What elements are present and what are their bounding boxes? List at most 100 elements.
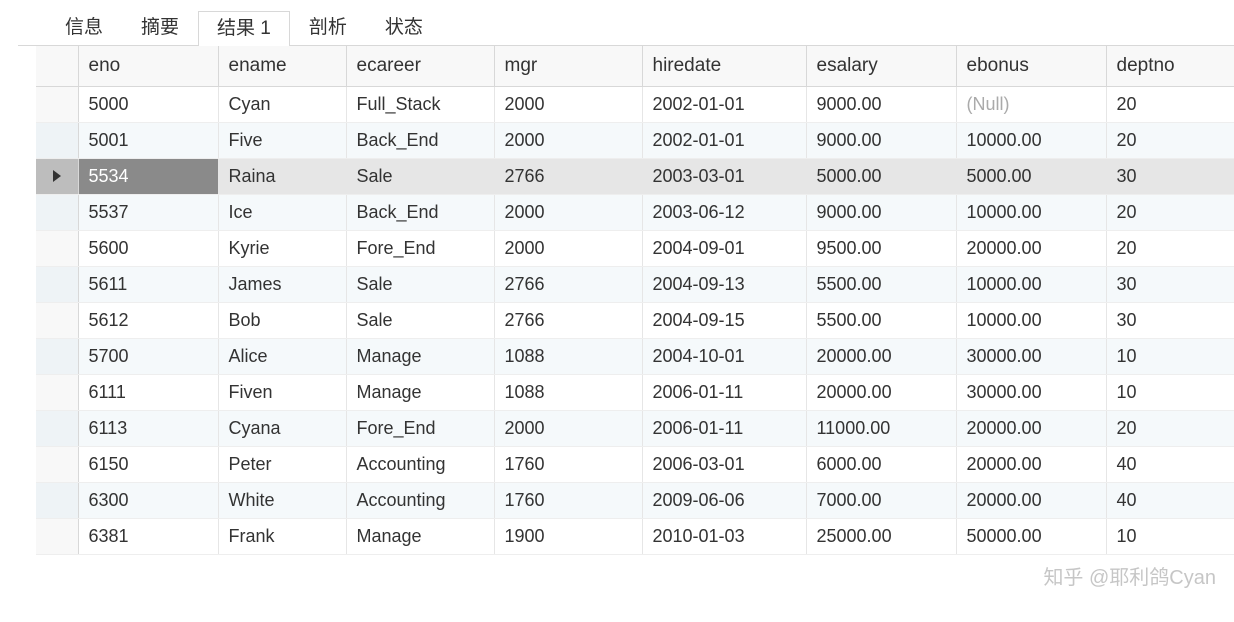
cell-hiredate[interactable]: 2009-06-06 [642,482,806,518]
row-header[interactable] [36,374,78,410]
cell-mgr[interactable]: 2000 [494,194,642,230]
cell-deptno[interactable]: 20 [1106,122,1234,158]
cell-deptno[interactable]: 20 [1106,230,1234,266]
cell-deptno[interactable]: 30 [1106,302,1234,338]
cell-ecareer[interactable]: Sale [346,158,494,194]
row-header[interactable] [36,194,78,230]
table-row[interactable]: 6113CyanaFore_End20002006-01-1111000.002… [36,410,1234,446]
cell-mgr[interactable]: 2766 [494,302,642,338]
cell-esalary[interactable]: 5000.00 [806,158,956,194]
cell-esalary[interactable]: 5500.00 [806,302,956,338]
cell-esalary[interactable]: 9000.00 [806,194,956,230]
table-row[interactable]: 6111FivenManage10882006-01-1120000.00300… [36,374,1234,410]
col-header-mgr[interactable]: mgr [494,46,642,86]
table-row[interactable]: 5700AliceManage10882004-10-0120000.00300… [36,338,1234,374]
cell-mgr[interactable]: 1900 [494,518,642,554]
cell-esalary[interactable]: 25000.00 [806,518,956,554]
table-row[interactable]: 5001FiveBack_End20002002-01-019000.00100… [36,122,1234,158]
cell-eno[interactable]: 5612 [78,302,218,338]
cell-mgr[interactable]: 2000 [494,410,642,446]
cell-ebonus[interactable]: 10000.00 [956,122,1106,158]
cell-esalary[interactable]: 9000.00 [806,122,956,158]
cell-ename[interactable]: White [218,482,346,518]
cell-ebonus[interactable]: 20000.00 [956,410,1106,446]
cell-mgr[interactable]: 1088 [494,338,642,374]
cell-mgr[interactable]: 2766 [494,266,642,302]
cell-hiredate[interactable]: 2002-01-01 [642,122,806,158]
cell-ebonus[interactable]: 30000.00 [956,338,1106,374]
cell-esalary[interactable]: 6000.00 [806,446,956,482]
cell-esalary[interactable]: 5500.00 [806,266,956,302]
col-header-ecareer[interactable]: ecareer [346,46,494,86]
result-grid[interactable]: eno ename ecareer mgr hiredate esalary e… [36,46,1234,555]
cell-ecareer[interactable]: Sale [346,302,494,338]
cell-ecareer[interactable]: Manage [346,338,494,374]
row-header[interactable] [36,86,78,122]
cell-deptno[interactable]: 20 [1106,410,1234,446]
cell-hiredate[interactable]: 2002-01-01 [642,86,806,122]
cell-hiredate[interactable]: 2004-09-15 [642,302,806,338]
col-header-ebonus[interactable]: ebonus [956,46,1106,86]
cell-ebonus[interactable]: 20000.00 [956,230,1106,266]
cell-esalary[interactable]: 9500.00 [806,230,956,266]
cell-mgr[interactable]: 2000 [494,230,642,266]
cell-deptno[interactable]: 40 [1106,446,1234,482]
cell-ename[interactable]: Cyana [218,410,346,446]
cell-ename[interactable]: Cyan [218,86,346,122]
cell-eno[interactable]: 5700 [78,338,218,374]
cell-mgr[interactable]: 2000 [494,122,642,158]
table-row[interactable]: 6150PeterAccounting17602006-03-016000.00… [36,446,1234,482]
table-row[interactable]: 5611JamesSale27662004-09-135500.0010000.… [36,266,1234,302]
row-header[interactable] [36,302,78,338]
cell-esalary[interactable]: 20000.00 [806,338,956,374]
table-row[interactable]: 6381FrankManage19002010-01-0325000.00500… [36,518,1234,554]
cell-ecareer[interactable]: Fore_End [346,410,494,446]
cell-ename[interactable]: Five [218,122,346,158]
cell-mgr[interactable]: 2766 [494,158,642,194]
row-header[interactable] [36,410,78,446]
table-row[interactable]: 5534RainaSale27662003-03-015000.005000.0… [36,158,1234,194]
cell-deptno[interactable]: 20 [1106,194,1234,230]
table-row[interactable]: 5537IceBack_End20002003-06-129000.001000… [36,194,1234,230]
cell-hiredate[interactable]: 2004-10-01 [642,338,806,374]
tab-status[interactable]: 状态 [366,10,442,45]
cell-ebonus[interactable]: 10000.00 [956,266,1106,302]
col-header-esalary[interactable]: esalary [806,46,956,86]
row-header[interactable] [36,446,78,482]
row-header[interactable] [36,158,78,194]
row-header[interactable] [36,230,78,266]
cell-ebonus[interactable]: (Null) [956,86,1106,122]
col-header-eno[interactable]: eno [78,46,218,86]
cell-ename[interactable]: Fiven [218,374,346,410]
cell-ename[interactable]: Frank [218,518,346,554]
tab-info[interactable]: 信息 [46,10,122,45]
table-row[interactable]: 5000CyanFull_Stack20002002-01-019000.00(… [36,86,1234,122]
cell-hiredate[interactable]: 2010-01-03 [642,518,806,554]
cell-hiredate[interactable]: 2003-03-01 [642,158,806,194]
cell-ebonus[interactable]: 50000.00 [956,518,1106,554]
cell-hiredate[interactable]: 2006-01-11 [642,410,806,446]
cell-ecareer[interactable]: Back_End [346,122,494,158]
cell-mgr[interactable]: 2000 [494,86,642,122]
col-header-hiredate[interactable]: hiredate [642,46,806,86]
row-header[interactable] [36,482,78,518]
cell-eno[interactable]: 6150 [78,446,218,482]
col-header-deptno[interactable]: deptno [1106,46,1234,86]
cell-ebonus[interactable]: 10000.00 [956,194,1106,230]
cell-eno[interactable]: 5534 [78,158,218,194]
cell-deptno[interactable]: 30 [1106,266,1234,302]
cell-esalary[interactable]: 20000.00 [806,374,956,410]
table-row[interactable]: 5600KyrieFore_End20002004-09-019500.0020… [36,230,1234,266]
row-header[interactable] [36,518,78,554]
cell-hiredate[interactable]: 2006-03-01 [642,446,806,482]
cell-ename[interactable]: Bob [218,302,346,338]
cell-eno[interactable]: 6113 [78,410,218,446]
cell-eno[interactable]: 6381 [78,518,218,554]
cell-ecareer[interactable]: Manage [346,518,494,554]
cell-ecareer[interactable]: Accounting [346,446,494,482]
col-header-ename[interactable]: ename [218,46,346,86]
table-row[interactable]: 5612BobSale27662004-09-155500.0010000.00… [36,302,1234,338]
cell-deptno[interactable]: 10 [1106,338,1234,374]
cell-esalary[interactable]: 11000.00 [806,410,956,446]
cell-eno[interactable]: 6111 [78,374,218,410]
